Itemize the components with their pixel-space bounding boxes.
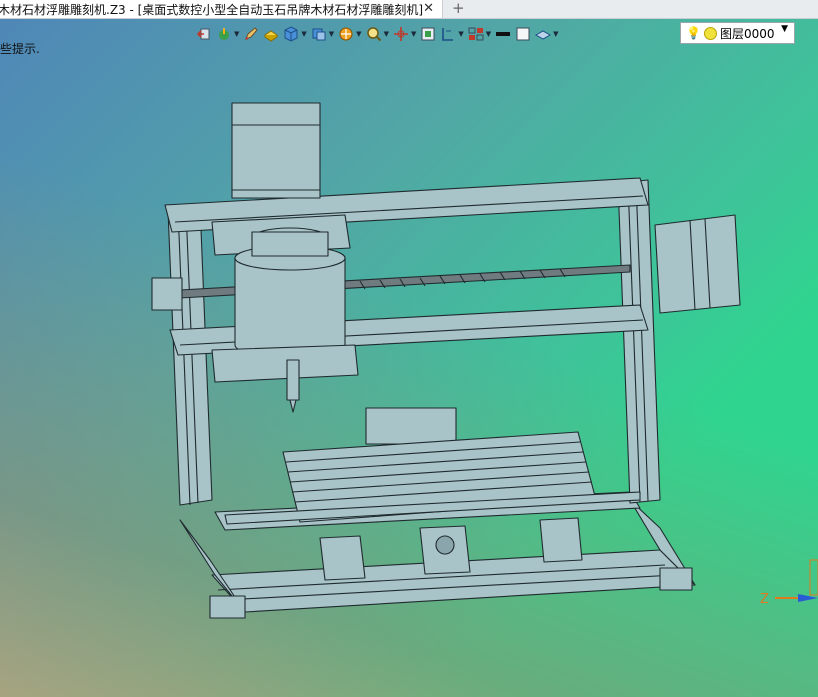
cnc-engraver-model[interactable] [0, 0, 818, 697]
y-stepper-motor [365, 407, 457, 445]
left-column [167, 204, 213, 506]
z-stepper-motor [231, 102, 321, 199]
right-column [617, 179, 661, 504]
cutting-tool [286, 359, 300, 401]
pillow-block-right [539, 517, 583, 563]
z-axis-label: Z [760, 592, 769, 607]
pillow-block-left [319, 535, 366, 581]
axis-gizmo [775, 559, 818, 602]
x-stepper-motor [654, 214, 741, 314]
